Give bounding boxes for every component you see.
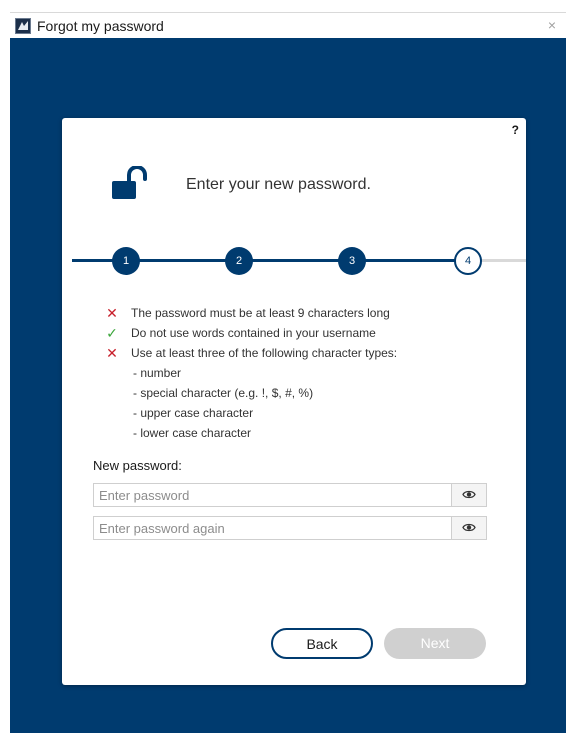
password-requirements: ✕ The password must be at least 9 charac… — [104, 303, 504, 443]
character-type-number: - number — [133, 366, 182, 380]
back-button[interactable]: Back — [271, 628, 373, 659]
password-field — [93, 483, 487, 507]
requirement-text: Use at least three of the following char… — [131, 346, 398, 360]
character-type-lower: - lower case character — [133, 426, 252, 440]
eye-icon — [462, 523, 476, 532]
progress-stepper: 1 2 3 4 — [72, 246, 526, 276]
app-icon — [15, 18, 31, 34]
unlocked-padlock-icon — [112, 165, 152, 200]
new-password-label: New password: — [93, 458, 182, 473]
forgot-password-window: Forgot my password × ? Enter your new pa… — [0, 0, 566, 733]
next-button[interactable]: Next — [384, 628, 486, 659]
help-button[interactable]: ? — [512, 123, 519, 137]
window-title: Forgot my password — [37, 18, 164, 34]
step-3: 3 — [338, 247, 366, 275]
step-2: 2 — [225, 247, 253, 275]
password-again-input[interactable] — [94, 517, 454, 539]
page-heading: Enter your new password. — [186, 176, 371, 193]
password-card: ? Enter your new password. 1 2 3 4 ✕ The… — [62, 118, 526, 685]
password-input[interactable] — [94, 484, 454, 506]
requirement-username: ✓ Do not use words contained in your use… — [104, 323, 504, 343]
requirement-length: ✕ The password must be at least 9 charac… — [104, 303, 504, 323]
character-type-special: - special character (e.g. !, $, #, %) — [133, 386, 314, 400]
step-4: 4 — [454, 247, 482, 275]
show-password-button[interactable] — [451, 484, 486, 506]
requirement-text: Do not use words contained in your usern… — [131, 326, 376, 340]
requirement-character-types: ✕ Use at least three of the following ch… — [104, 343, 504, 363]
fail-cross-icon: ✕ — [106, 345, 118, 361]
requirement-text: The password must be at least 9 characte… — [131, 306, 390, 320]
step-1: 1 — [112, 247, 140, 275]
title-bar: Forgot my password × — [10, 12, 566, 39]
pass-check-icon: ✓ — [106, 325, 118, 341]
show-password-again-button[interactable] — [451, 517, 486, 539]
character-type-upper: - upper case character — [133, 406, 254, 420]
close-button[interactable]: × — [544, 16, 560, 34]
dialog-backdrop: ? Enter your new password. 1 2 3 4 ✕ The… — [10, 38, 566, 733]
fail-cross-icon: ✕ — [106, 305, 118, 321]
password-again-field — [93, 516, 487, 540]
eye-icon — [462, 490, 476, 499]
